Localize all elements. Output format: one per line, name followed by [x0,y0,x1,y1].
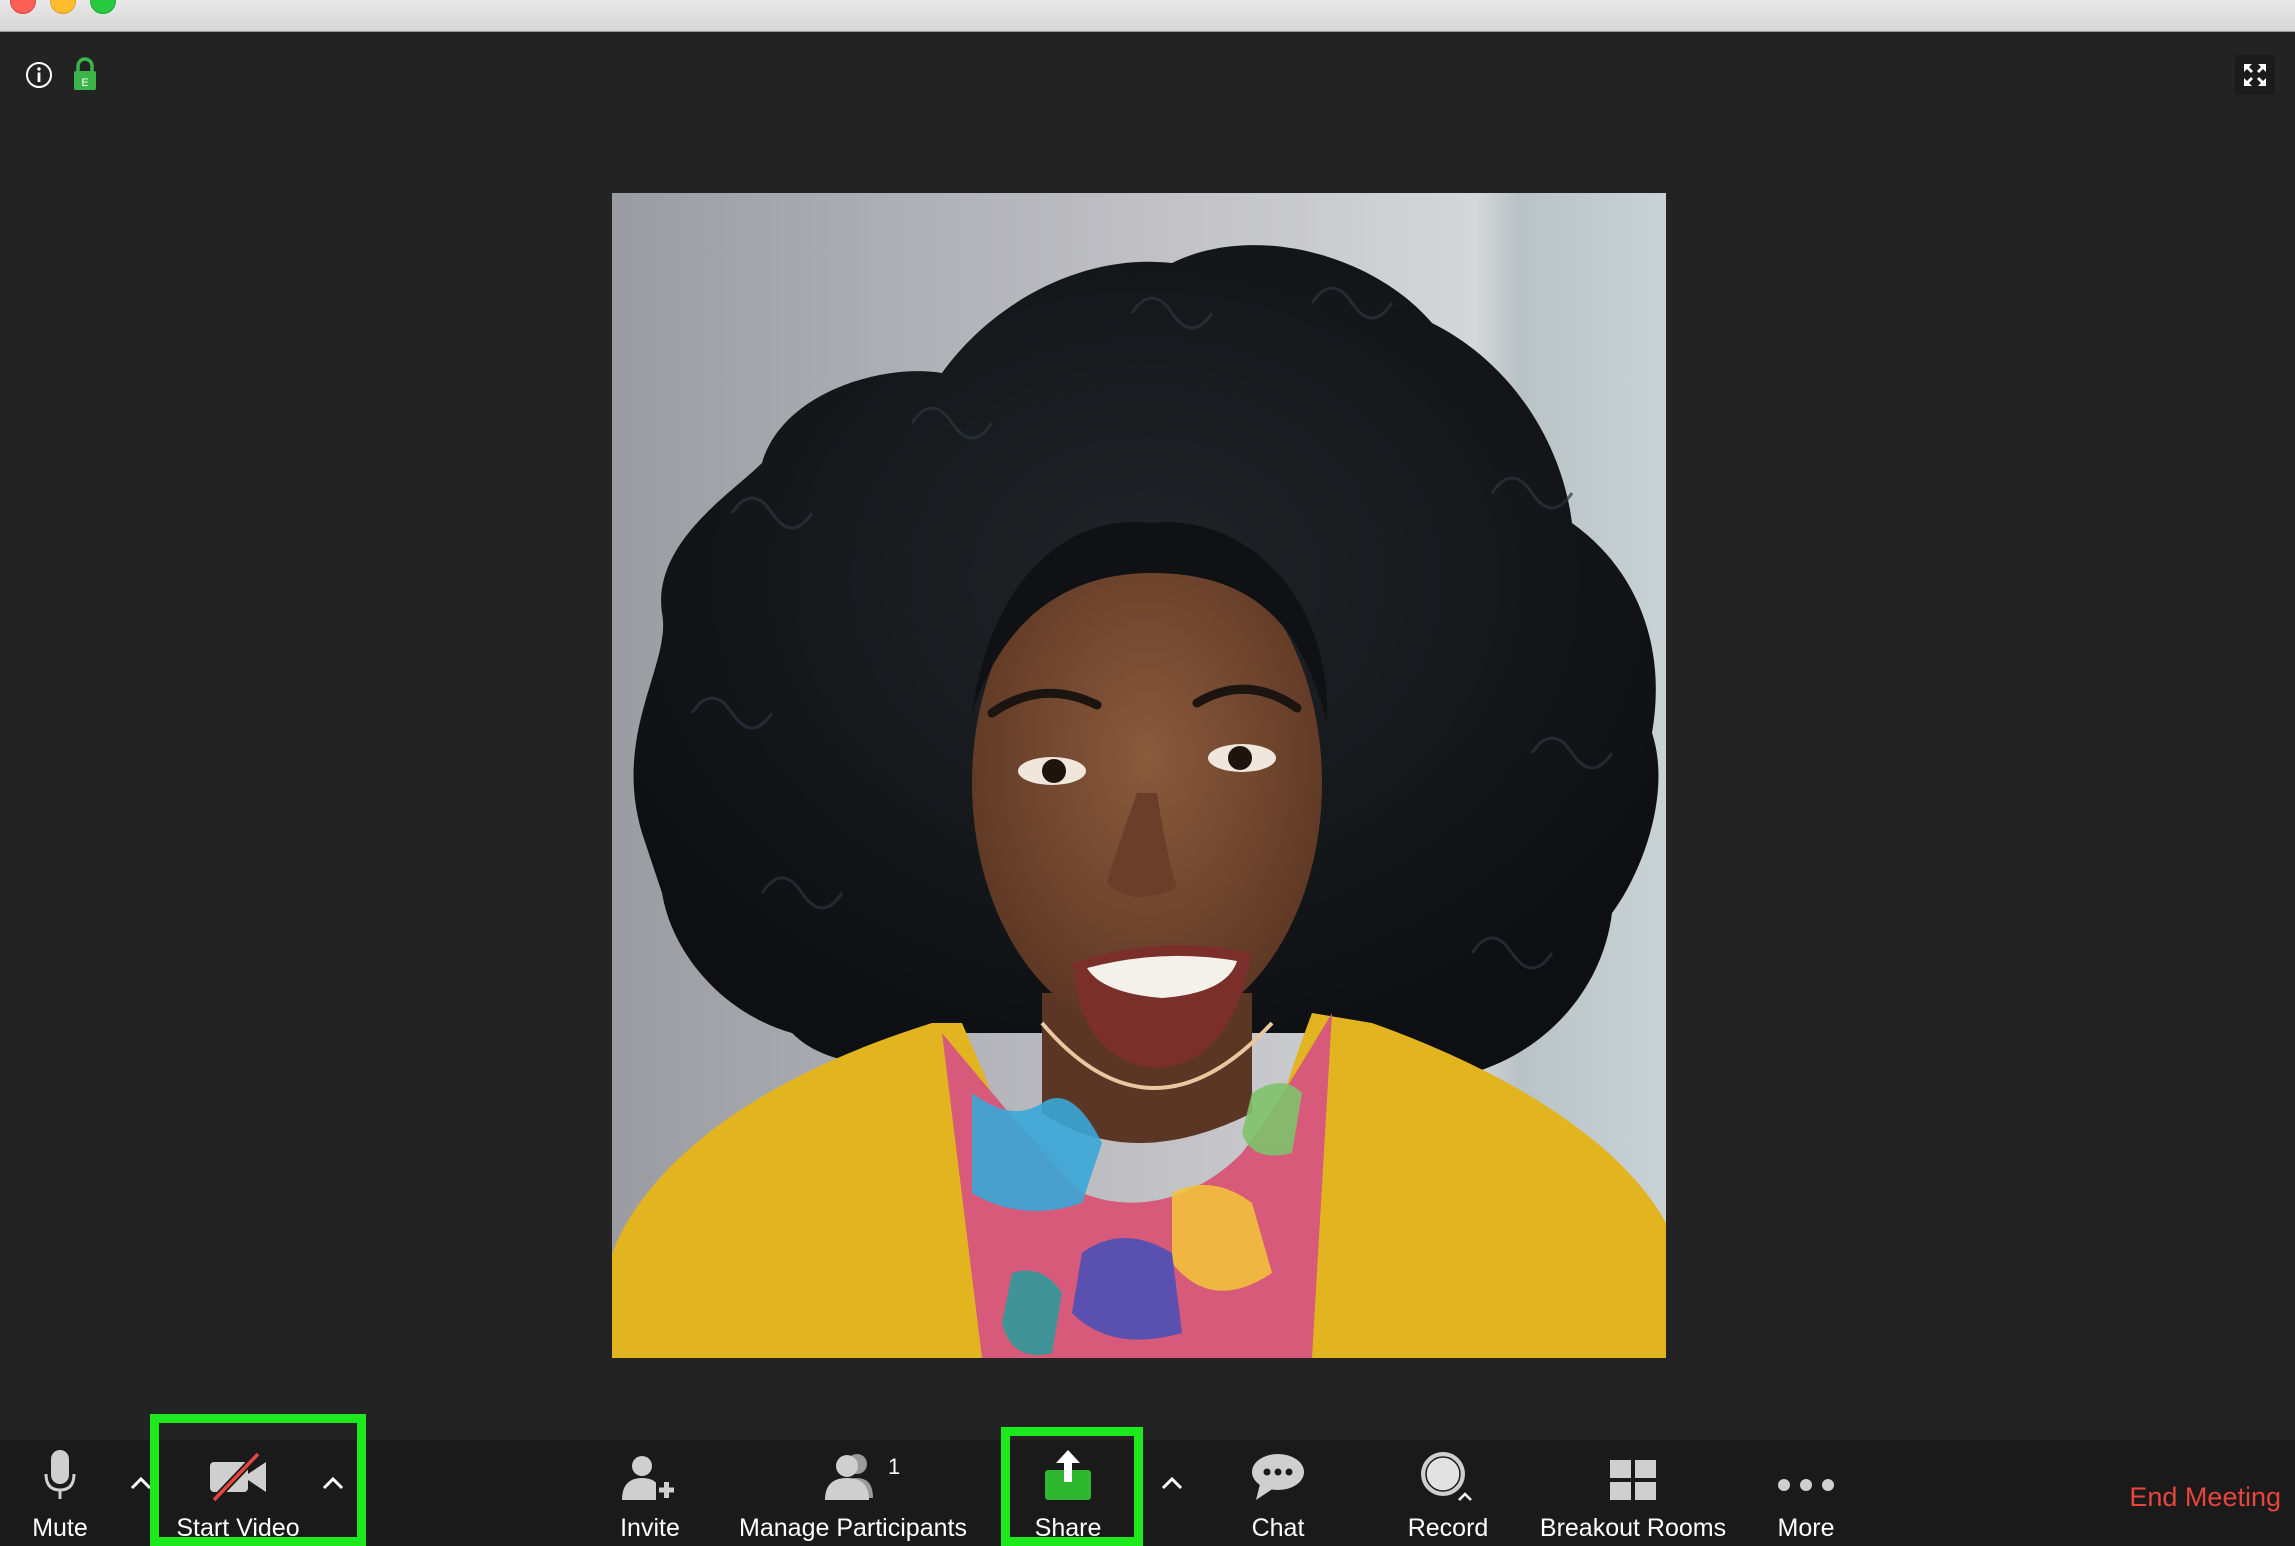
zoom-window-button[interactable] [90,0,116,14]
lock-letter: E [81,77,88,89]
audio-options-caret[interactable] [126,1468,156,1498]
start-video-label: Start Video [176,1514,300,1542]
end-meeting-button[interactable]: End Meeting [2129,1482,2281,1513]
manage-participants-label: Manage Participants [739,1514,967,1542]
participant-count: 1 [888,1454,901,1479]
invite-button[interactable]: Invite [600,1440,700,1546]
grid-icon [1608,1440,1658,1502]
video-options-caret[interactable] [318,1468,348,1498]
record-label: Record [1407,1514,1489,1542]
mute-label: Mute [32,1514,88,1542]
chat-button[interactable]: Chat [1238,1440,1318,1546]
manage-participants-button[interactable]: Manage Participants [738,1440,968,1546]
share-button[interactable]: Share [1020,1440,1116,1546]
info-icon[interactable] [24,60,54,90]
more-button[interactable]: More [1766,1440,1846,1546]
mute-button[interactable]: Mute [20,1440,100,1546]
fullscreen-icon[interactable] [2235,55,2275,95]
encryption-lock-icon[interactable]: E [70,56,100,92]
participant-video [612,193,1666,1358]
start-video-button[interactable]: Start Video [170,1440,306,1546]
share-label: Share [1034,1514,1102,1542]
video-off-icon [208,1440,268,1502]
chat-label: Chat [1251,1514,1305,1542]
breakout-rooms-label: Breakout Rooms [1539,1514,1727,1542]
record-button[interactable]: Record [1398,1440,1498,1546]
title-bar [0,0,2295,32]
ellipsis-icon [1776,1440,1836,1502]
record-icon [1417,1440,1479,1502]
breakout-rooms-button[interactable]: Breakout Rooms [1538,1440,1728,1546]
participants-icon [821,1440,885,1502]
zoom-meeting-window: E Mute Start Video Invite Manage Partici… [0,0,2295,1546]
share-options-caret[interactable] [1157,1468,1187,1498]
more-label: More [1777,1514,1835,1542]
add-user-icon [620,1440,680,1502]
chat-bubble-icon [1250,1440,1306,1502]
invite-label: Invite [620,1514,680,1542]
share-screen-icon [1043,1440,1093,1502]
participant-video-image [612,193,1666,1358]
close-window-button[interactable] [10,0,36,14]
minimize-window-button[interactable] [50,0,76,14]
microphone-icon [43,1440,77,1502]
